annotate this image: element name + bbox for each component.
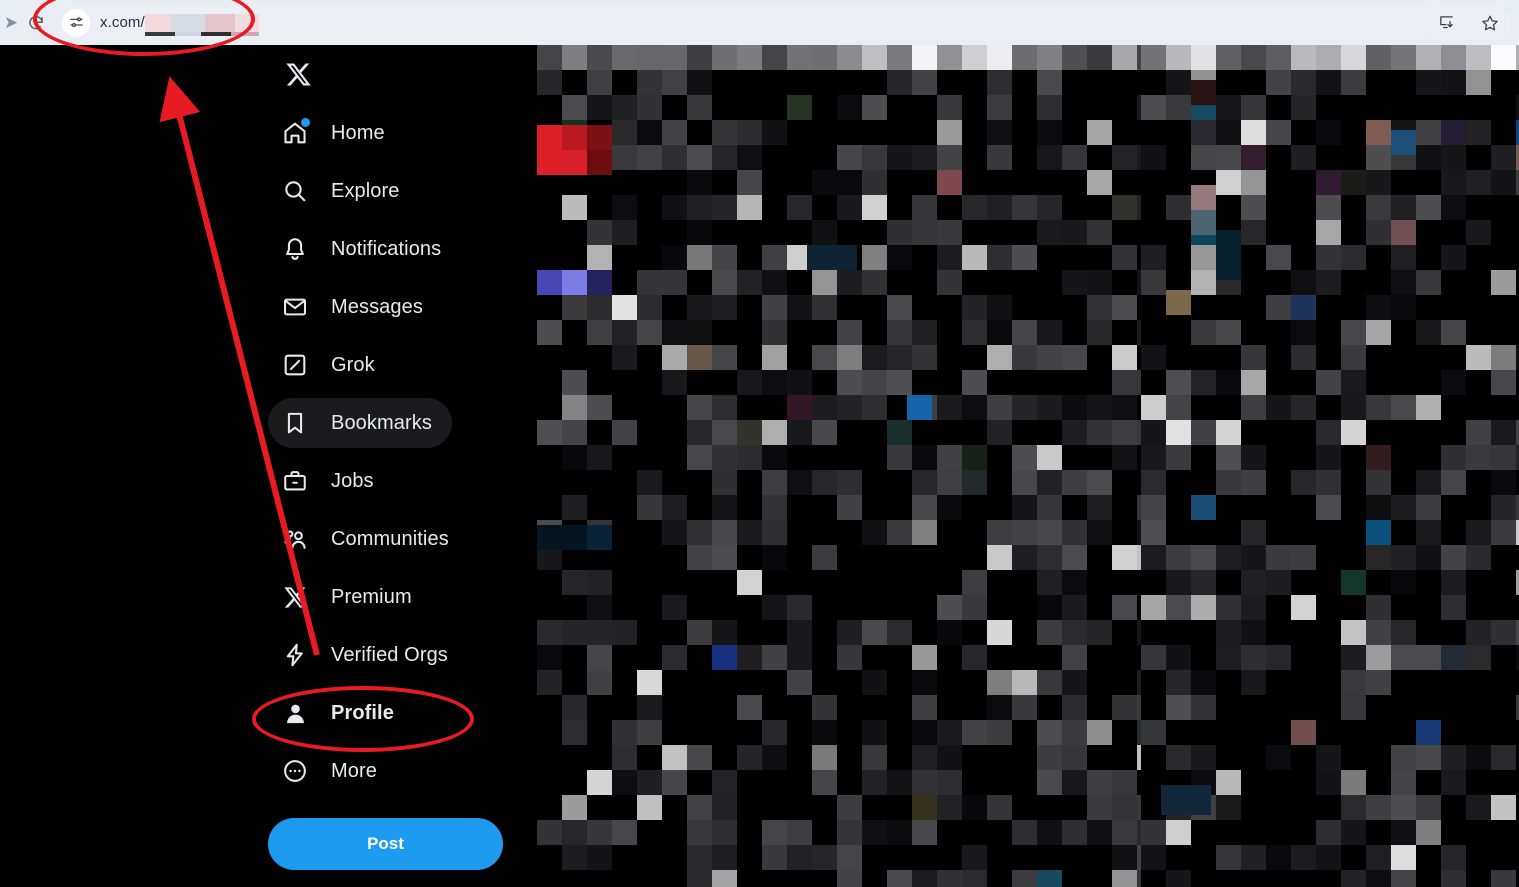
forward-arrow-icon[interactable]: ➤	[0, 12, 22, 34]
url-path-redacted	[144, 13, 259, 36]
pointer-arrow	[159, 76, 320, 656]
url-text: x.com/	[100, 14, 145, 31]
bookmark-star-icon[interactable]	[1477, 10, 1503, 36]
url-display[interactable]: x.com/	[100, 12, 259, 36]
screenshot-root: ➤ x.com/ Home Explore Notifications Mess…	[0, 0, 1519, 887]
browser-actions	[1425, 6, 1511, 39]
reload-icon[interactable]	[23, 10, 49, 36]
browser-toolbar: ➤ x.com/	[0, 0, 1519, 45]
x-app: Home Explore Notifications Messages Grok Book…	[0, 45, 1519, 887]
site-settings-sliders-icon[interactable]	[62, 8, 90, 37]
install-app-icon[interactable]	[1434, 10, 1460, 36]
address-bar[interactable]: x.com/	[58, 6, 1433, 39]
